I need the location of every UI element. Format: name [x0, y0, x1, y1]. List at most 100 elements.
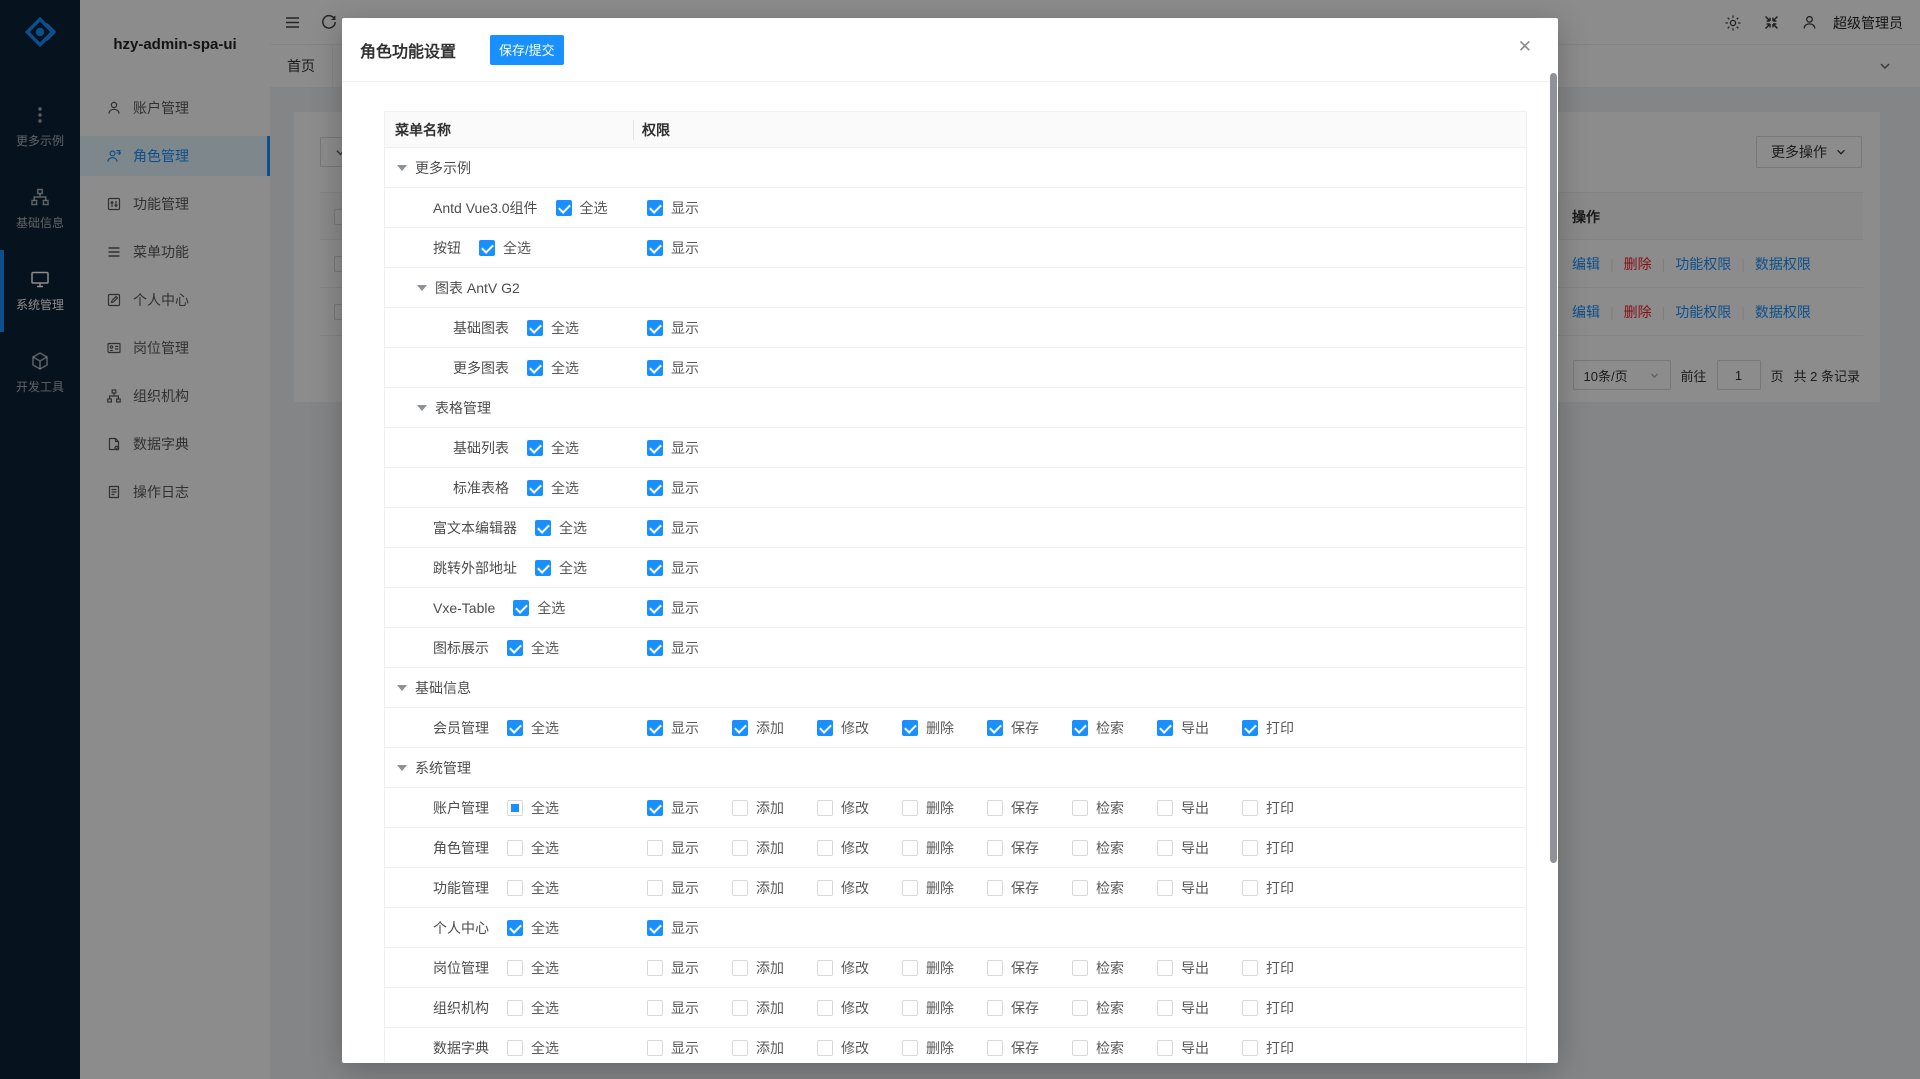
permission-checkbox[interactable] [1242, 1040, 1258, 1056]
permission-checkbox[interactable] [647, 640, 663, 656]
permission-checkbox[interactable] [902, 1040, 918, 1056]
permission-checkbox[interactable] [817, 720, 833, 736]
permission-checkbox[interactable] [902, 800, 918, 816]
select-all-checkbox[interactable] [507, 1000, 523, 1016]
collapse-caret-icon[interactable] [397, 765, 407, 771]
permission-checkbox[interactable] [987, 960, 1003, 976]
permission-checkbox[interactable] [647, 480, 663, 496]
permission-checkbox[interactable] [902, 960, 918, 976]
permission-checkbox[interactable] [1242, 720, 1258, 736]
select-all-checkbox[interactable] [507, 1040, 523, 1056]
permission-checkbox[interactable] [817, 1040, 833, 1056]
permission-checkbox[interactable] [647, 360, 663, 376]
permission-checkbox[interactable] [647, 1040, 663, 1056]
select-all-checkbox[interactable] [527, 440, 543, 456]
permission-checkbox[interactable] [987, 880, 1003, 896]
select-all-checkbox[interactable] [507, 880, 523, 896]
permission-label: 打印 [1266, 838, 1294, 858]
permission-checkbox[interactable] [1157, 960, 1173, 976]
permission-checkbox[interactable] [987, 840, 1003, 856]
permission-checkbox[interactable] [732, 720, 748, 736]
permission-checkbox[interactable] [902, 880, 918, 896]
permission-checkbox[interactable] [1242, 960, 1258, 976]
permission-checkbox[interactable] [732, 1000, 748, 1016]
permission-checkbox[interactable] [1072, 1040, 1088, 1056]
collapse-caret-icon[interactable] [397, 165, 407, 171]
menu-name-column-header: 菜单名称 [385, 120, 633, 140]
permission-checkbox[interactable] [817, 880, 833, 896]
permission-checkbox[interactable] [817, 840, 833, 856]
permission-checkbox[interactable] [647, 1000, 663, 1016]
select-all-checkbox[interactable] [507, 920, 523, 936]
permission-checkbox[interactable] [1072, 1000, 1088, 1016]
permission-checkbox[interactable] [647, 440, 663, 456]
permission-checkbox[interactable] [647, 960, 663, 976]
permission-checkbox[interactable] [1157, 1040, 1173, 1056]
permission-checkbox[interactable] [1242, 800, 1258, 816]
permission-checkbox[interactable] [647, 720, 663, 736]
permission-checkbox[interactable] [647, 800, 663, 816]
permission-checkbox[interactable] [902, 840, 918, 856]
permission-checkbox[interactable] [647, 880, 663, 896]
permission-checkbox[interactable] [647, 840, 663, 856]
select-all-checkbox[interactable] [507, 840, 523, 856]
permission-checkbox[interactable] [817, 960, 833, 976]
permission-checkbox[interactable] [732, 800, 748, 816]
permission-checkbox[interactable] [1157, 720, 1173, 736]
select-all-checkbox[interactable] [535, 520, 551, 536]
permission-checkbox[interactable] [647, 920, 663, 936]
permission-checkbox[interactable] [1072, 880, 1088, 896]
permission-label: 打印 [1266, 1038, 1294, 1058]
permission-checkbox[interactable] [1072, 840, 1088, 856]
permission-checkbox[interactable] [1157, 800, 1173, 816]
permission-checkbox[interactable] [732, 840, 748, 856]
permission-checkbox[interactable] [902, 1000, 918, 1016]
select-all-checkbox[interactable] [527, 480, 543, 496]
permission-checkbox[interactable] [1072, 720, 1088, 736]
permission-checkbox[interactable] [1242, 880, 1258, 896]
permission-checkbox[interactable] [1157, 1000, 1173, 1016]
permission-checkbox[interactable] [1242, 1000, 1258, 1016]
select-all-checkbox[interactable] [535, 560, 551, 576]
modal-scrollbar-thumb[interactable] [1550, 73, 1557, 863]
select-all-checkbox[interactable] [479, 240, 495, 256]
permission-checkbox[interactable] [987, 800, 1003, 816]
permission-checkbox[interactable] [1157, 880, 1173, 896]
permission-checkbox[interactable] [732, 880, 748, 896]
permission-row: 会员管理全选显示添加修改删除保存检索导出打印 [385, 708, 1526, 748]
select-all-checkbox[interactable] [507, 640, 523, 656]
permission-checkbox[interactable] [647, 600, 663, 616]
permission-checkbox[interactable] [1072, 960, 1088, 976]
select-all-checkbox[interactable] [507, 720, 523, 736]
permission-item: 打印 [1242, 998, 1294, 1018]
permission-checkbox[interactable] [987, 1000, 1003, 1016]
permission-checkbox[interactable] [647, 200, 663, 216]
permission-checkbox[interactable] [1242, 840, 1258, 856]
permission-checkbox[interactable] [647, 560, 663, 576]
select-all-checkbox[interactable] [556, 200, 572, 216]
permission-checkbox[interactable] [817, 1000, 833, 1016]
save-submit-button[interactable]: 保存/提交 [490, 35, 564, 65]
permission-checkbox[interactable] [987, 720, 1003, 736]
select-all-checkbox[interactable] [513, 600, 529, 616]
select-all-checkbox[interactable] [507, 800, 523, 816]
permission-checkbox[interactable] [902, 720, 918, 736]
permission-checkbox[interactable] [647, 240, 663, 256]
permission-checkbox[interactable] [1157, 840, 1173, 856]
select-all-checkbox[interactable] [527, 320, 543, 336]
permission-checkbox[interactable] [732, 960, 748, 976]
permission-checkbox[interactable] [732, 1040, 748, 1056]
select-all-checkbox[interactable] [507, 960, 523, 976]
close-icon[interactable]: ✕ [1518, 38, 1532, 55]
collapse-caret-icon[interactable] [417, 405, 427, 411]
collapse-caret-icon[interactable] [397, 685, 407, 691]
permission-label: 打印 [1266, 878, 1294, 898]
permission-checkbox[interactable] [987, 1040, 1003, 1056]
permission-label: 删除 [926, 718, 954, 738]
collapse-caret-icon[interactable] [417, 285, 427, 291]
permission-checkbox[interactable] [817, 800, 833, 816]
permission-checkbox[interactable] [647, 520, 663, 536]
select-all-checkbox[interactable] [527, 360, 543, 376]
permission-checkbox[interactable] [647, 320, 663, 336]
permission-checkbox[interactable] [1072, 800, 1088, 816]
